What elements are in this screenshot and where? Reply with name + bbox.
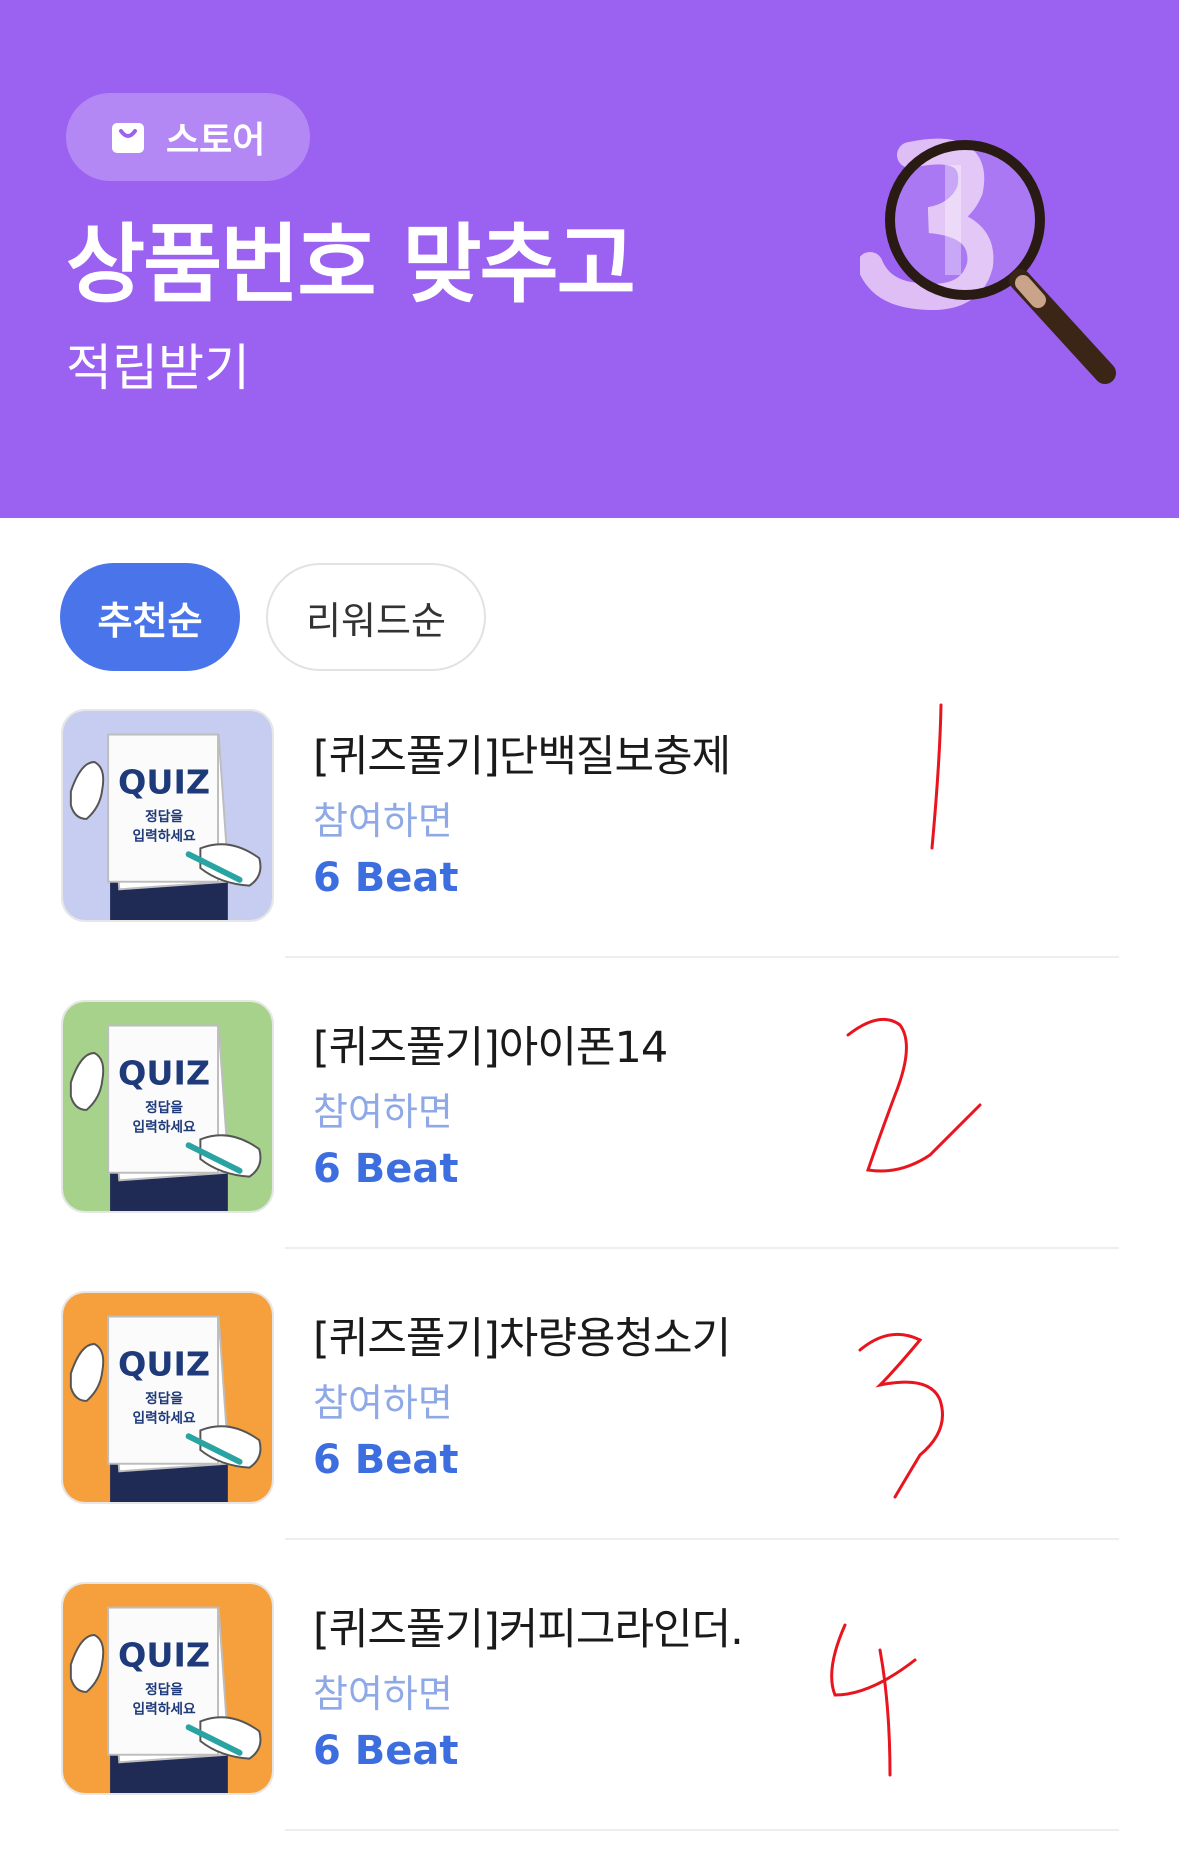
quiz-thumbnail: QUIZ 정답을입력하세요 [61, 709, 274, 922]
thumbnail-text: QUIZ [118, 1344, 210, 1383]
sort-recommended-button[interactable]: 추천순 [60, 563, 240, 671]
store-chip[interactable]: 스토어 [66, 93, 310, 181]
thumbnail-text: 입력하세요 [133, 1701, 196, 1718]
magnifier-illustration [860, 138, 1116, 384]
banner-title: 상품번호 맞추고 [66, 215, 636, 315]
item-title: [퀴즈풀기]단백질보충제 [313, 732, 731, 782]
list-item[interactable]: QUIZ 정답을입력하세요 [퀴즈풀기]차량용청소기 참여하면 6 Beat [0, 1282, 1179, 1573]
handwritten-annotation-1 [930, 703, 943, 850]
item-reward: 6 Beat [313, 1728, 459, 1774]
list-item[interactable]: QUIZ 정답을입력하세요 [퀴즈풀기]커피그라인더. 참여하면 6 Beat [0, 1573, 1179, 1864]
quiz-thumbnail: QUIZ 정답을입력하세요 [61, 1582, 274, 1795]
quiz-thumbnail: QUIZ 정답을입력하세요 [61, 1291, 274, 1504]
item-reward: 6 Beat [313, 1437, 459, 1483]
quiz-thumbnail: QUIZ 정답을입력하세요 [61, 1000, 274, 1213]
quiz-list: QUIZ 정답을 입력하세요 [퀴즈풀기]단백질보충제 참여하면 6 Beat QU… [0, 700, 1179, 1864]
item-subtitle: 참여하면 [313, 1672, 453, 1716]
item-reward: 6 Beat [313, 1146, 459, 1192]
item-subtitle: 참여하면 [313, 1381, 453, 1425]
item-title: [퀴즈풀기]차량용청소기 [313, 1314, 731, 1364]
item-title: [퀴즈풀기]커피그라인더. [313, 1605, 744, 1655]
thumbnail-text: 정답을 [145, 1099, 183, 1116]
thumbnail-text: 정답을 [145, 808, 183, 825]
divider [285, 1247, 1119, 1249]
thumbnail-text: 입력하세요 [133, 1119, 196, 1136]
banner-subtitle: 적립받기 [66, 339, 250, 397]
list-item[interactable]: QUIZ 정답을입력하세요 [퀴즈풀기]아이폰14 참여하면 6 Beat [0, 991, 1179, 1282]
shopping-bag-icon [112, 123, 144, 153]
thumbnail-text: 정답을 [145, 1681, 183, 1698]
thumbnail-text: QUIZ [118, 1053, 210, 1092]
divider [285, 1538, 1119, 1540]
thumbnail-text: 정답을 [145, 1390, 183, 1407]
item-subtitle: 참여하면 [313, 1090, 453, 1134]
handwritten-annotation-3 [858, 1332, 944, 1499]
item-subtitle: 참여하면 [313, 799, 453, 843]
sort-reward-button[interactable]: 리워드순 [266, 563, 486, 671]
thumbnail-text: 입력하세요 [133, 828, 196, 845]
divider [285, 956, 1119, 958]
sort-options: 추천순 리워드순 [60, 563, 486, 673]
item-reward: 6 Beat [313, 855, 459, 901]
thumbnail-text: 입력하세요 [133, 1410, 196, 1427]
store-chip-label: 스토어 [166, 120, 266, 161]
handwritten-annotation-4 [830, 1623, 917, 1777]
hero-banner: 스토어 상품번호 맞추고 적립받기 [0, 0, 1179, 518]
thumbnail-text: QUIZ [118, 762, 210, 801]
handwritten-annotation-2 [846, 1017, 982, 1173]
list-item[interactable]: QUIZ 정답을입력하세요 [퀴즈풀기]단백질보충제 참여하면 6 Beat [0, 700, 1179, 991]
item-title: [퀴즈풀기]아이폰14 [313, 1023, 668, 1073]
divider [285, 1829, 1119, 1831]
thumbnail-text: QUIZ [118, 1635, 210, 1674]
